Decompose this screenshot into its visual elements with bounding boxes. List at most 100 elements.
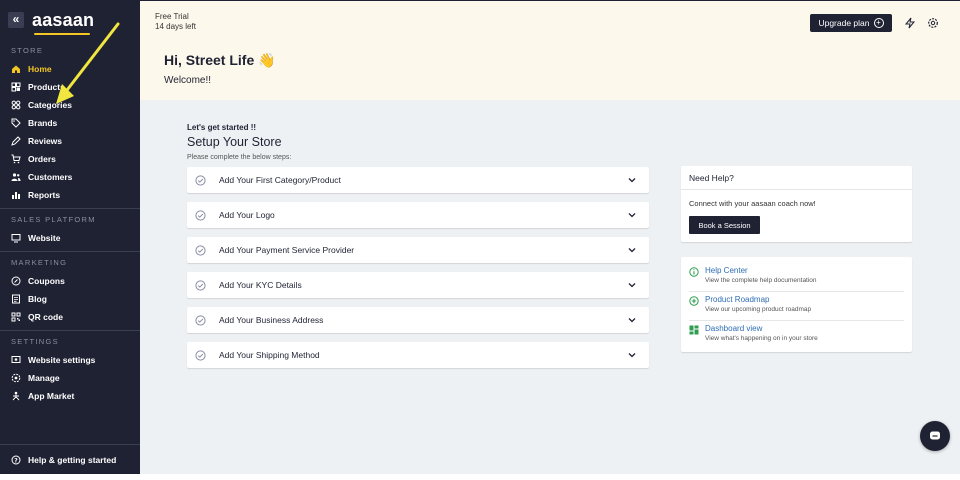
- sidebar-item-manage[interactable]: Manage: [0, 369, 140, 387]
- setup-step-label: Add Your Shipping Method: [219, 350, 320, 360]
- check-circle-icon: [195, 349, 206, 361]
- sidebar-item-reports[interactable]: Reports: [0, 186, 140, 204]
- customers-icon: [11, 172, 21, 182]
- coupon-icon: [11, 276, 21, 286]
- sidebar-item-reviews[interactable]: Reviews: [0, 132, 140, 150]
- sidebar-item-coupons[interactable]: Coupons: [0, 272, 140, 290]
- home-icon: [11, 64, 21, 74]
- sidebar-item-label: Coupons: [28, 276, 65, 286]
- setup-step-business-address[interactable]: Add Your Business Address: [187, 307, 649, 333]
- sidebar-item-website-settings[interactable]: Website settings: [0, 351, 140, 369]
- sidebar-item-orders[interactable]: Orders: [0, 150, 140, 168]
- check-circle-icon: [195, 279, 206, 291]
- greeting-banner: Hi, Street Life 👋 Welcome!!: [140, 40, 960, 100]
- dashboard-view-desc: View what's happening on in your store: [705, 335, 818, 342]
- website-settings-icon: [11, 355, 21, 365]
- svg-text:?: ?: [14, 457, 18, 464]
- sidebar-item-app-market[interactable]: App Market: [0, 387, 140, 405]
- setup-step-kyc-details[interactable]: Add Your KYC Details: [187, 272, 649, 298]
- dashboard-view-link[interactable]: Dashboard view View what's happening on …: [689, 321, 904, 350]
- bolt-icon[interactable]: [904, 17, 916, 29]
- upgrade-plan-label: Upgrade plan: [818, 18, 870, 28]
- chevron-down-icon: [628, 213, 636, 218]
- setup-step-label: Add Your Payment Service Provider: [219, 245, 355, 255]
- manage-icon: [11, 373, 21, 383]
- sidebar-item-label: Products: [28, 82, 65, 92]
- gear-icon[interactable]: [927, 17, 939, 29]
- sidebar-divider: [0, 251, 140, 252]
- sidebar-item-qr-code[interactable]: QR code: [0, 308, 140, 326]
- cart-icon: [11, 154, 21, 164]
- chat-icon: [930, 431, 940, 440]
- setup-step-label: Add Your Business Address: [219, 315, 324, 325]
- setup-step-label: Add Your Logo: [219, 210, 275, 220]
- chat-button[interactable]: [920, 421, 950, 451]
- monitor-icon: [11, 233, 21, 243]
- trial-label: Free Trial: [155, 12, 189, 21]
- sidebar-section-sales-platform: SALES PLATFORM: [11, 215, 96, 224]
- sidebar-item-label: QR code: [28, 312, 63, 322]
- sidebar-item-customers[interactable]: Customers: [0, 168, 140, 186]
- help-getting-started-link[interactable]: ? Help & getting started: [0, 444, 140, 474]
- sidebar-item-label: Website: [28, 233, 61, 243]
- check-circle-icon: [195, 209, 206, 221]
- sidebar-item-label: Website settings: [28, 355, 96, 365]
- trial-days-left: 14 days left: [155, 22, 196, 31]
- sidebar-item-label: Brands: [28, 118, 58, 128]
- product-roadmap-title: Product Roadmap: [705, 295, 770, 304]
- sidebar-header: « aasaan: [0, 0, 140, 40]
- sidebar-item-blog[interactable]: Blog: [0, 290, 140, 308]
- book-session-button[interactable]: Book a Session: [689, 216, 760, 234]
- plus-circle-icon: +: [873, 18, 884, 28]
- setup-step-payment-provider[interactable]: Add Your Payment Service Provider: [187, 237, 649, 263]
- collapse-sidebar-button[interactable]: «: [8, 12, 24, 28]
- product-roadmap-link[interactable]: Product Roadmap View our upcoming produc…: [689, 292, 904, 321]
- need-help-text: Connect with your aasaan coach now!: [689, 199, 816, 208]
- trial-status: Free Trial 14 days left: [155, 12, 196, 32]
- reports-icon: [11, 190, 21, 200]
- setup-step-logo[interactable]: Add Your Logo: [187, 202, 649, 228]
- categories-icon: [11, 100, 21, 110]
- main-content: Free Trial 14 days left Upgrade plan + H…: [140, 0, 960, 474]
- reviews-icon: [11, 136, 21, 146]
- sidebar-section-marketing: MARKETING: [11, 258, 68, 267]
- setup-title: Setup Your Store: [187, 135, 282, 149]
- setup-step-shipping-method[interactable]: Add Your Shipping Method: [187, 342, 649, 368]
- tag-icon: [11, 118, 21, 128]
- check-circle-icon: [195, 244, 206, 256]
- chevron-down-icon: [628, 318, 636, 323]
- need-help-card: Need Help? Connect with your aasaan coac…: [681, 166, 912, 242]
- brand-logo-text: aasaan: [32, 9, 95, 30]
- sidebar-item-label: Home: [28, 64, 52, 74]
- help-center-desc: View the complete help documentation: [705, 277, 817, 284]
- plus-circle-icon: [689, 296, 699, 306]
- setup-note: Please complete the below steps:: [187, 154, 292, 161]
- sidebar-divider: [0, 330, 140, 331]
- help-center-link[interactable]: Help Center View the complete help docum…: [689, 263, 904, 292]
- setup-step-first-category[interactable]: Add Your First Category/Product: [187, 167, 649, 193]
- app-market-icon: [11, 391, 21, 401]
- sidebar-item-website[interactable]: Website: [0, 229, 140, 247]
- sidebar-item-products[interactable]: Products: [0, 78, 140, 96]
- chevron-down-icon: [628, 178, 636, 183]
- sidebar-item-label: Categories: [28, 100, 72, 110]
- help-getting-started-label: Help & getting started: [28, 454, 117, 465]
- upgrade-plan-button[interactable]: Upgrade plan +: [810, 14, 892, 32]
- sidebar-item-categories[interactable]: Categories: [0, 96, 140, 114]
- sidebar-item-brands[interactable]: Brands: [0, 114, 140, 132]
- logo-underline: [34, 32, 91, 35]
- chevron-down-icon: [628, 248, 636, 253]
- sidebar-item-label: Manage: [28, 373, 60, 383]
- greeting-subtitle: Welcome!!: [164, 75, 212, 86]
- setup-step-label: Add Your First Category/Product: [219, 175, 341, 185]
- help-icon: ?: [11, 455, 21, 465]
- dashboard-icon: [689, 325, 699, 335]
- sidebar-item-label: Blog: [28, 294, 47, 304]
- sidebar-item-label: App Market: [28, 391, 75, 401]
- setup-pre-title: Let's get started !!: [187, 123, 257, 132]
- sidebar-divider: [0, 208, 140, 209]
- sidebar-item-home[interactable]: Home: [0, 60, 140, 78]
- resources-card: Help Center View the complete help docum…: [681, 257, 912, 352]
- brand-logo[interactable]: aasaan: [32, 9, 95, 35]
- product-roadmap-desc: View our upcoming product roadmap: [705, 306, 812, 313]
